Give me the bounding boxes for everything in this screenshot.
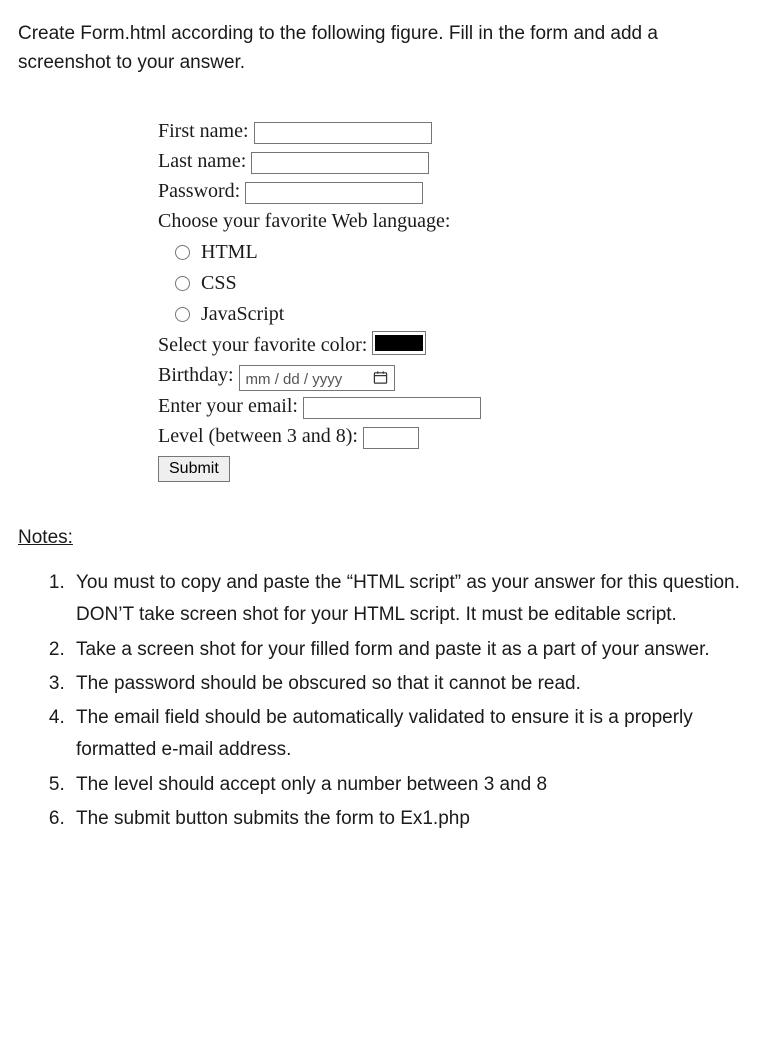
list-item: The email field should be automatically …	[70, 702, 748, 767]
birthday-label: Birthday:	[158, 364, 234, 386]
favorite-language-label: Choose your favorite Web language:	[158, 210, 450, 232]
color-swatch-icon	[375, 335, 423, 351]
email-input[interactable]	[303, 397, 481, 419]
color-input[interactable]	[372, 331, 426, 355]
last-name-input[interactable]	[251, 152, 429, 174]
list-item: The submit button submits the form to Ex…	[70, 803, 748, 835]
email-label: Enter your email:	[158, 395, 298, 417]
first-name-input[interactable]	[254, 122, 432, 144]
password-label: Password:	[158, 180, 240, 202]
radio-css-label: CSS	[201, 272, 237, 294]
level-input[interactable]	[363, 427, 419, 449]
birthday-input[interactable]: mm / dd / yyyy	[239, 365, 395, 391]
radio-js[interactable]	[175, 307, 190, 322]
radio-html[interactable]	[175, 245, 190, 260]
list-item: The password should be obscured so that …	[70, 668, 748, 700]
submit-button[interactable]: Submit	[158, 456, 230, 482]
list-item: The level should accept only a number be…	[70, 769, 748, 801]
notes-heading: Notes:	[18, 527, 748, 549]
language-radio-group: HTML CSS JavaScript	[170, 238, 748, 329]
password-input[interactable]	[245, 182, 423, 204]
radio-html-label: HTML	[201, 241, 258, 263]
radio-css[interactable]	[175, 276, 190, 291]
notes-list: You must to copy and paste the “HTML scr…	[18, 567, 748, 835]
first-name-label: First name:	[158, 120, 249, 142]
color-label: Select your favorite color:	[158, 334, 367, 356]
list-item: You must to copy and paste the “HTML scr…	[70, 567, 748, 632]
radio-js-label: JavaScript	[201, 303, 284, 325]
calendar-icon	[373, 370, 388, 385]
birthday-placeholder: mm / dd / yyyy	[246, 371, 343, 388]
instruction-text: Create Form.html according to the follow…	[18, 20, 748, 77]
list-item: Take a screen shot for your filled form …	[70, 634, 748, 666]
level-label: Level (between 3 and 8):	[158, 425, 358, 447]
form-container: First name: Last name: Password: Choose …	[158, 117, 748, 482]
last-name-label: Last name:	[158, 150, 246, 172]
